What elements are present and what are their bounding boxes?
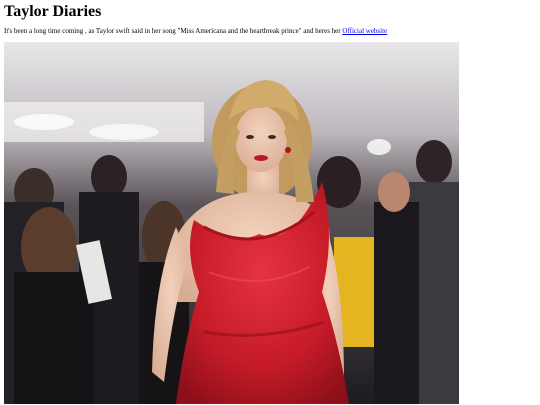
page: Taylor Diaries It's been a long time com… xyxy=(0,0,540,405)
intro-text: It's been a long time coming , as Taylor… xyxy=(4,27,341,35)
official-website-link[interactable]: Official website xyxy=(342,27,387,35)
hero-photo xyxy=(4,42,459,404)
intro-paragraph: It's been a long time coming , as Taylor… xyxy=(4,26,387,36)
page-title: Taylor Diaries xyxy=(4,3,102,20)
